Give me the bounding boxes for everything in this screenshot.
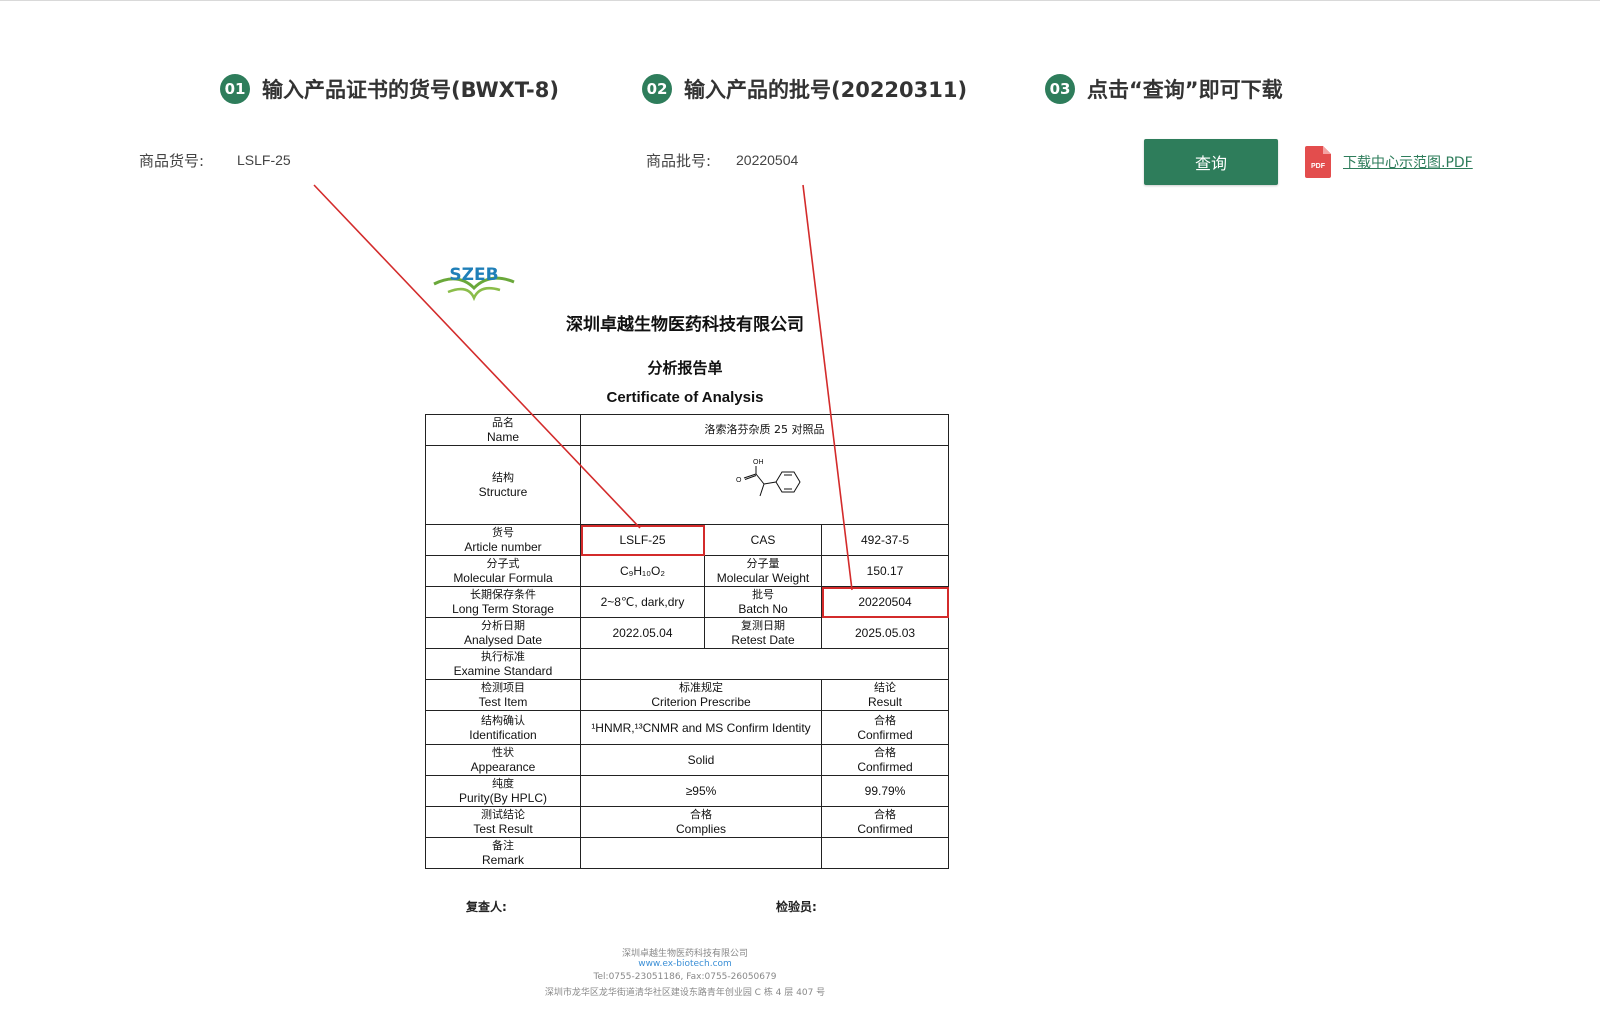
table-row: 测试结论 Test Result 合格 Complies 合格 Confirmed — [425, 806, 950, 838]
footer-company: 深圳卓越生物医药科技有限公司 — [621, 949, 748, 959]
batch-value: 20220504 — [820, 586, 950, 618]
step-1-badge: 01 — [220, 74, 250, 104]
cas-value: 492-37-5 — [820, 524, 950, 556]
retest-value: 2025.05.03 — [820, 617, 950, 649]
table-row: 品名 Name 洛索洛芬杂质 25 对照品 — [425, 414, 950, 446]
appearance-value: Solid — [580, 744, 822, 776]
logo-text: SZEB — [449, 265, 498, 285]
company-name: 深圳卓越生物医药科技有限公司 — [566, 315, 804, 335]
formula-value: C₉H₁₀O₂ — [580, 555, 705, 587]
testresult-result: 合格 Confirmed — [820, 806, 950, 838]
article-number-input[interactable] — [237, 146, 497, 174]
table-row: 结构 Structure OH O — [425, 445, 950, 525]
table-row: 货号 Article number LSLF-25 CAS 492-37-5 — [425, 524, 950, 556]
criterion-header: 标准规定 Criterion Prescribe — [580, 679, 822, 711]
testresult-label: 测试结论 Test Result — [425, 806, 581, 838]
table-row: 纯度 Purity(By HPLC) ≥95% 99.79% — [425, 775, 950, 807]
remark-result — [820, 837, 950, 869]
query-button[interactable]: 查询 — [1144, 139, 1278, 185]
ident-label: 结构确认 Identification — [425, 710, 581, 745]
storage-label: 长期保存条件 Long Term Storage — [425, 586, 581, 618]
article-value: LSLF-25 — [580, 524, 705, 556]
table-row: 分析日期 Analysed Date 2022.05.04 复测日期 Retest … — [425, 617, 950, 649]
footer-contact: Tel:0755-23051186, Fax:0755-26050679 — [593, 972, 777, 982]
batch-number-label: 商品批号: — [646, 152, 712, 170]
table-row: 性状 Appearance Solid 合格 Confirmed — [425, 744, 950, 776]
coa-table: 品名Name 洛索洛芬杂质 25 对照品 结构Structure OH O — [425, 414, 950, 869]
structure-image: OH O — [579, 445, 950, 525]
inspector-label: 检验员: — [776, 900, 817, 914]
top-border — [0, 0, 1600, 1]
table-row: 备注 Remark — [425, 837, 950, 869]
pdf-download-link[interactable]: PDF 下载中心示范图.PDF — [1305, 146, 1473, 178]
svg-text:OH: OH — [753, 459, 764, 466]
step-3-badge: 03 — [1045, 74, 1075, 104]
footer-website: www.ex-biotech.com — [638, 959, 732, 969]
table-row: 长期保存条件 Long Term Storage 2~8℃, dark,dry 批… — [425, 586, 950, 618]
step-3-text: 点击“查询”即可下载 — [1087, 78, 1283, 102]
article-number-label: 商品货号: — [139, 152, 205, 170]
report-title-cn: 分析报告单 — [647, 359, 723, 377]
testresult-value: 合格 Complies — [580, 806, 822, 838]
purity-result: 99.79% — [820, 775, 950, 807]
batch-label: 批号 Batch No — [704, 586, 822, 618]
appearance-label: 性状 Appearance — [425, 744, 581, 776]
name-label: 品名 Name — [425, 414, 581, 446]
purity-label: 纯度 Purity(By HPLC) — [425, 775, 581, 807]
step-2: 02 输入产品的批号(20220311) — [642, 74, 967, 104]
step-3: 03 点击“查询”即可下载 — [1045, 74, 1283, 104]
table-row: 分子式 Molecular Formula C₉H₁₀O₂ 分子量 Molecula… — [425, 555, 950, 587]
mw-label: 分子量 Molecular Weight — [704, 555, 822, 587]
ident-value: ¹HNMR,¹³CNMR and MS Confirm Identity — [580, 710, 822, 745]
standard-label: 执行标准 Examine Standard — [425, 648, 581, 680]
ident-result: 合格 Confirmed — [820, 710, 950, 745]
batch-pointer-line — [802, 184, 853, 591]
result-header: 结论 Result — [820, 679, 950, 711]
svg-text:O: O — [736, 477, 742, 484]
article-label: 货号 Article number — [425, 524, 581, 556]
article-pointer-line — [313, 184, 641, 529]
structure-label: 结构 Structure — [425, 445, 581, 525]
report-title-en: Certificate of Analysis — [606, 389, 764, 406]
table-row: 执行标准 Examine Standard — [425, 648, 950, 680]
analysed-value: 2022.05.04 — [580, 617, 705, 649]
remark-value — [580, 837, 822, 869]
analysed-label: 分析日期 Analysed Date — [425, 617, 581, 649]
pdf-icon-text: PDF — [1311, 163, 1326, 170]
footer-address: 深圳市龙华区龙华街道清华社区建设东路青年创业园 C 栋 4 层 407 号 — [544, 988, 826, 998]
purity-value: ≥95% — [580, 775, 822, 807]
step-2-badge: 02 — [642, 74, 672, 104]
cas-label: CAS — [704, 524, 822, 556]
table-row: 检测项目 Test Item 标准规定 Criterion Prescribe 结论… — [425, 679, 950, 711]
molecule-structure-icon: OH O — [736, 459, 801, 496]
remark-label: 备注 Remark — [425, 837, 581, 869]
reviewer-label: 复查人: — [466, 900, 507, 914]
storage-value: 2~8℃, dark,dry — [580, 586, 705, 618]
formula-label: 分子式 Molecular Formula — [425, 555, 581, 587]
mw-value: 150.17 — [820, 555, 950, 587]
batch-number-input[interactable] — [736, 146, 996, 174]
company-logo: SZEB — [428, 262, 520, 304]
test-item-header: 检测项目 Test Item — [425, 679, 581, 711]
step-1-text: 输入产品证书的货号(BWXT-8) — [262, 78, 559, 102]
appearance-result: 合格 Confirmed — [820, 744, 950, 776]
standard-value — [579, 648, 950, 680]
table-row: 结构确认 Identification ¹HNMR,¹³CNMR and MS C… — [425, 710, 950, 745]
step-2-text: 输入产品的批号(20220311) — [684, 78, 968, 102]
retest-label: 复测日期 Retest Date — [704, 617, 822, 649]
product-name: 洛索洛芬杂质 25 对照品 — [579, 414, 950, 446]
pdf-link-text: 下载中心示范图.PDF — [1343, 155, 1473, 171]
step-1: 01 输入产品证书的货号(BWXT-8) — [220, 74, 559, 104]
pdf-file-icon: PDF — [1305, 146, 1331, 178]
